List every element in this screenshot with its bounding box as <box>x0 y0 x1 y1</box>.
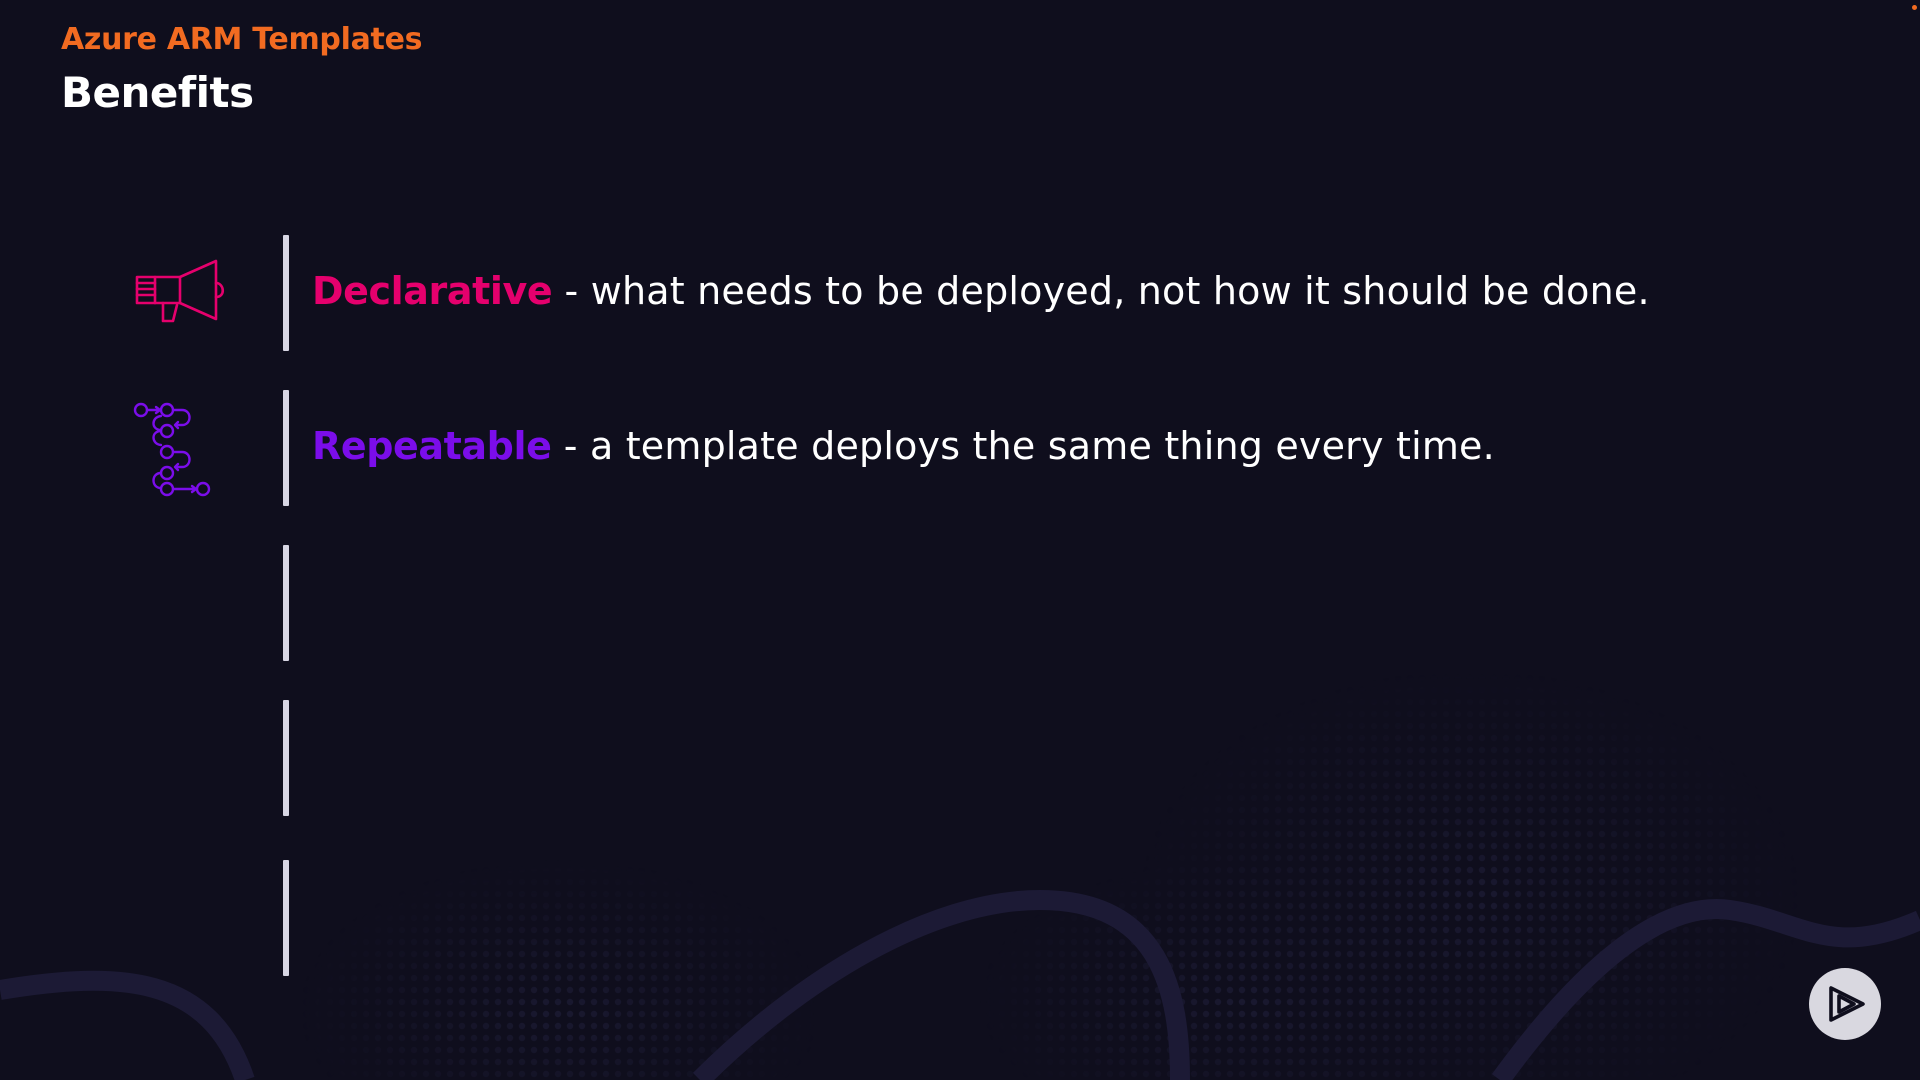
row-divider <box>283 235 289 351</box>
row-divider <box>283 860 289 976</box>
benefit-row-empty <box>120 545 1860 661</box>
slide-title: Benefits <box>61 68 254 117</box>
benefit-keyword: Repeatable <box>312 424 552 468</box>
play-button[interactable] <box>1809 968 1881 1040</box>
benefit-description: - a template deploys the same thing ever… <box>551 424 1495 468</box>
play-logo-icon <box>1829 986 1865 1022</box>
workflow-icon <box>120 398 240 498</box>
benefit-row-declarative: Declarative - what needs to be deployed,… <box>120 235 1860 351</box>
benefit-row-empty <box>120 700 1860 816</box>
row-divider <box>283 545 289 661</box>
benefit-description: - what needs to be deployed, not how it … <box>552 269 1650 313</box>
benefit-row-repeatable: Repeatable - a template deploys the same… <box>120 390 1860 506</box>
benefit-text: Declarative - what needs to be deployed,… <box>312 263 1650 319</box>
benefit-text: Repeatable - a template deploys the same… <box>312 418 1495 474</box>
corner-dot <box>1912 5 1917 10</box>
megaphone-icon <box>120 243 240 343</box>
row-divider <box>283 700 289 816</box>
slide-eyebrow: Azure ARM Templates <box>61 22 423 57</box>
benefit-row-empty <box>120 860 1860 976</box>
benefit-keyword: Declarative <box>312 269 553 313</box>
row-divider <box>283 390 289 506</box>
